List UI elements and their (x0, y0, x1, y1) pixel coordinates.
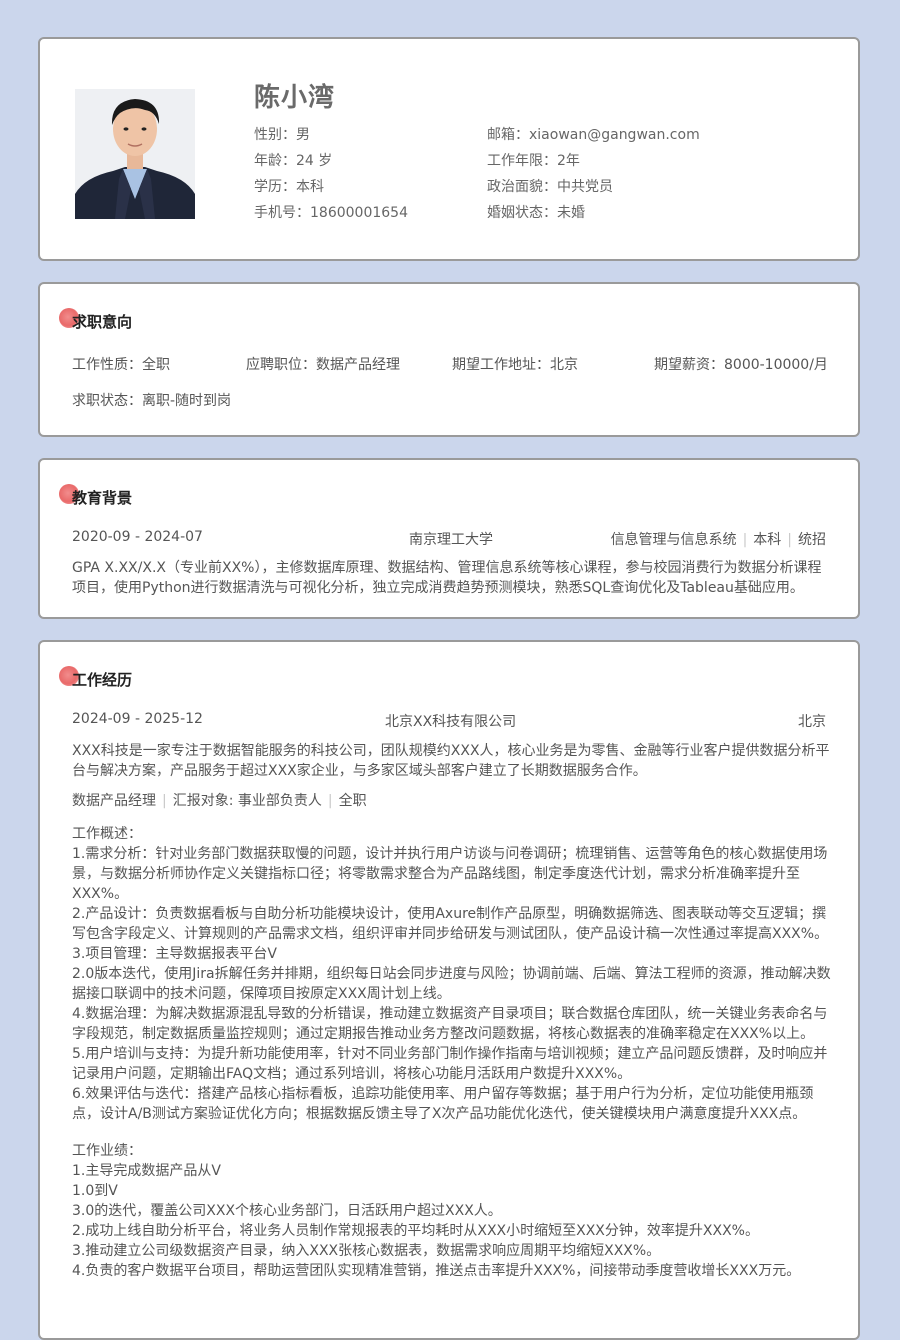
profile-card: 陈小湾 性别：男 年龄：24 岁 学历：本科 手机号：18600001654 邮… (38, 37, 860, 261)
job-type-field: 工作性质：全职 (72, 357, 170, 373)
work-period: 2024-09 - 2025-12 (72, 711, 203, 727)
work-years-row: 工作年限：2年 (487, 153, 580, 169)
work-experience-card: 工作经历 2024-09 - 2025-12 北京XX科技有限公司 北京 XXX… (38, 640, 860, 1340)
overview-item: 4.数据治理：为解决数据源混乱导致的分析错误，推动建立数据资产目录项目；联合数据… (72, 1006, 828, 1042)
location-field: 期望工作地址：北京 (452, 357, 578, 373)
work-city: 北京 (798, 714, 826, 730)
section-title: 工作经历 (72, 671, 133, 689)
overview-item: 2.0版本迭代，使用Jira拆解任务并排期，组织每日站会同步进度与风险；协调前端… (72, 966, 831, 1002)
email-row: 邮箱：xiaowan@gangwan.com (487, 127, 700, 143)
edu-major: 信息管理与信息系统 (610, 532, 737, 548)
avatar-photo (75, 89, 195, 219)
achievement-item: 2.成功上线自助分析平台，将业务人员制作常规报表的平均耗时从XXX小时缩短至XX… (72, 1223, 759, 1239)
work-role-meta: 数据产品经理 | 汇报对象: 事业部负责人 | 全职 (72, 793, 367, 809)
overview-item: 5.用户培训与支持：为提升新功能使用率，针对不同业务部门制作操作指南与培训视频；… (72, 1046, 828, 1082)
achievement-item: 1.0到V (72, 1183, 118, 1199)
political-status-row: 政治面貌：中共党员 (487, 179, 613, 195)
education-level-row: 学历：本科 (254, 179, 324, 195)
edu-period: 2020-09 - 2024-07 (72, 529, 203, 545)
job-intent-card: 求职意向 工作性质：全职 应聘职位：数据产品经理 期望工作地址：北京 期望薪资：… (38, 282, 860, 437)
work-report: 汇报对象: 事业部负责人 (172, 793, 322, 809)
edu-school: 南京理工大学 (409, 532, 493, 548)
phone-row: 手机号：18600001654 (254, 205, 408, 221)
section-title: 教育背景 (72, 489, 133, 507)
edu-type: 统招 (798, 532, 826, 548)
work-overview: 工作概述： 1.需求分析：针对业务部门数据获取慢的问题，设计并执行用户访谈与问卷… (72, 824, 832, 1124)
overview-item: 1.需求分析：针对业务部门数据获取慢的问题，设计并执行用户访谈与问卷调研；梳理销… (72, 846, 828, 902)
overview-item: 3.项目管理：主导数据报表平台V (72, 946, 277, 962)
candidate-name: 陈小湾 (254, 83, 336, 113)
education-card: 教育背景 2020-09 - 2024-07 南京理工大学 信息管理与信息系统 |… (38, 458, 860, 619)
age-row: 年龄：24 岁 (254, 153, 333, 169)
achievement-item: 3.推动建立公司级数据资产目录，纳入XXX张核心数据表，数据需求响应周期平均缩短… (72, 1243, 661, 1259)
work-company: 北京XX科技有限公司 (385, 714, 517, 730)
marital-status-row: 婚姻状态：未婚 (487, 205, 585, 221)
company-intro: XXX科技是一家专注于数据智能服务的科技公司，团队规模约XXX人，核心业务是为零… (72, 743, 830, 779)
overview-item: 6.效果评估与迭代：搭建产品核心指标看板，追踪功能使用率、用户留存等数据；基于用… (72, 1086, 814, 1122)
achievement-item: 4.负责的客户数据平台项目，帮助运营团队实现精准营销，推送点击率提升XXX%，间… (72, 1263, 801, 1279)
achievements-title: 工作业绩： (72, 1143, 142, 1159)
work-role: 数据产品经理 (72, 793, 156, 809)
person-photo-icon (75, 89, 195, 219)
job-status-field: 求职状态：离职-随时到岗 (72, 393, 232, 409)
position-field: 应聘职位：数据产品经理 (246, 357, 400, 373)
work-achievements: 工作业绩： 1.主导完成数据产品从V 1.0到V 3.0的迭代，覆盖公司XXX个… (72, 1141, 832, 1281)
overview-item: 2.产品设计：负责数据看板与自助分析功能模块设计，使用Axure制作产品原型，明… (72, 906, 829, 942)
edu-degree: 本科 (753, 532, 782, 548)
edu-description: GPA X.XX/X.X（专业前XX%），主修数据库原理、数据结构、管理信息系统… (72, 560, 822, 596)
section-title: 求职意向 (72, 313, 133, 331)
overview-title: 工作概述： (72, 826, 142, 842)
gender-row: 性别：男 (254, 127, 310, 143)
edu-meta: 信息管理与信息系统 | 本科 | 统招 (610, 532, 826, 548)
achievement-item: 1.主导完成数据产品从V (72, 1163, 221, 1179)
achievement-item: 3.0的迭代，覆盖公司XXX个核心业务部门，日活跃用户超过XXX人。 (72, 1203, 502, 1219)
salary-field: 期望薪资：8000-10000/月 (654, 357, 828, 373)
work-jobtype: 全职 (338, 793, 367, 809)
